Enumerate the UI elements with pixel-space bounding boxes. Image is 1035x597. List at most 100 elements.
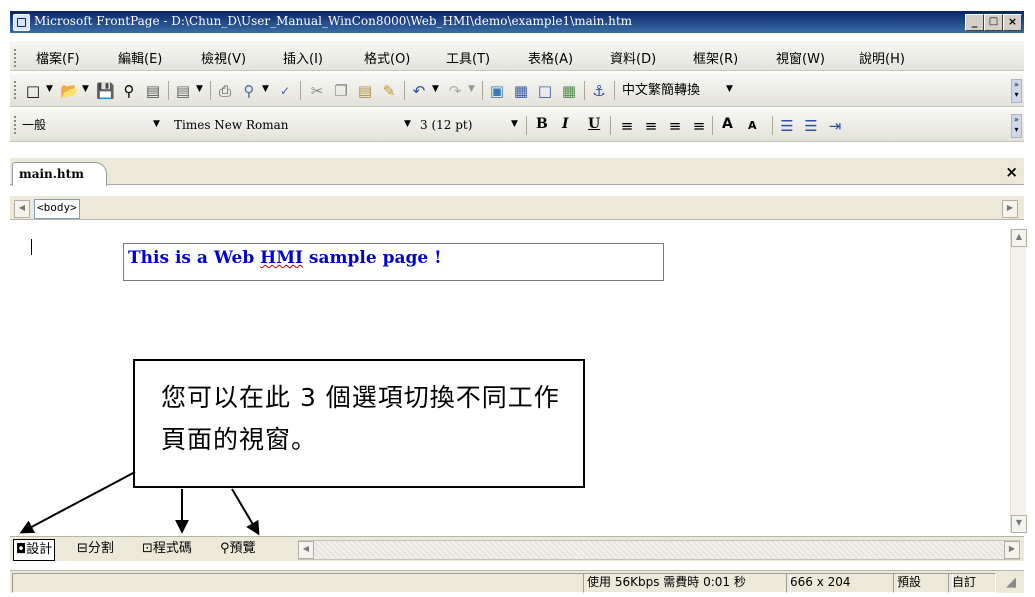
tab-code[interactable]: ⊡程式碼 — [142, 539, 192, 559]
redo-dropdown-arrow[interactable]: ▼ — [468, 84, 475, 94]
scroll-up-icon[interactable]: ▲ — [1011, 229, 1027, 247]
menu-insert[interactable]: 插入(I) — [283, 48, 323, 67]
tab-preview[interactable]: ⚲預覽 — [220, 539, 256, 559]
search-icon[interactable]: ⚲ — [120, 82, 138, 100]
numbered-list-icon[interactable]: ☰ — [778, 117, 796, 135]
hscroll-right-icon[interactable]: ▶ — [1004, 541, 1020, 559]
resize-grip-icon[interactable]: ◢ — [1006, 575, 1016, 590]
align-left-icon[interactable]: ≡ — [618, 117, 636, 135]
italic-button[interactable]: I — [562, 116, 569, 132]
menu-view[interactable]: 檢視(V) — [201, 48, 246, 67]
menu-table[interactable]: 表格(A) — [528, 48, 573, 67]
save-icon[interactable]: 💾 — [96, 82, 115, 100]
increase-font-button[interactable]: A — [722, 116, 733, 132]
open-folder-icon[interactable]: 📂 — [60, 82, 79, 100]
toggle-pane-icon[interactable]: ▤ — [174, 82, 192, 100]
title-bar[interactable]: Microsoft FrontPage - D:\Chun_D\User_Man… — [10, 11, 1024, 33]
menu-window[interactable]: 視窗(W) — [776, 48, 825, 67]
decrease-font-button[interactable]: A — [748, 119, 757, 132]
bold-button[interactable]: B — [536, 116, 548, 132]
redo-icon[interactable]: ↷ — [446, 82, 464, 100]
font-dropdown-arrow[interactable]: ▼ — [404, 119, 411, 129]
hscroll-left-icon[interactable]: ◀ — [298, 541, 314, 559]
menu-frames[interactable]: 框架(R) — [693, 48, 738, 67]
indent-icon[interactable]: ⇥ — [826, 117, 844, 135]
hyperlink-icon[interactable]: ⚓ — [590, 82, 608, 100]
toolbar-overflow-chevron[interactable]: » ▾ — [1011, 114, 1022, 138]
align-right-icon[interactable]: ≡ — [666, 117, 684, 135]
cut-icon[interactable]: ✂ — [308, 82, 326, 100]
menu-tools[interactable]: 工具(T) — [446, 48, 490, 67]
menubar-grip[interactable] — [14, 49, 19, 67]
publish-icon[interactable]: ▤ — [144, 82, 162, 100]
separator — [168, 81, 169, 100]
paste-icon[interactable]: ▤ — [356, 82, 374, 100]
maximize-button[interactable]: □ — [984, 14, 1003, 31]
copy-icon[interactable]: ❐ — [332, 82, 350, 100]
tag-scroll-left-icon[interactable]: ◀ — [14, 200, 30, 218]
underline-button[interactable]: U — [588, 116, 600, 132]
insert-layer-icon[interactable]: □ — [536, 82, 554, 100]
separator — [610, 116, 611, 135]
download-time-status[interactable]: 使用 56Kbps 需費時 0:01 秒 — [583, 573, 791, 593]
web-component-icon[interactable]: ▣ — [488, 82, 506, 100]
chinese-convert-dropdown[interactable]: ▼ — [726, 84, 733, 94]
design-view-icon: ◘ — [16, 542, 27, 557]
page-dimensions-status[interactable]: 666 x 204 — [786, 573, 898, 593]
separator — [584, 81, 585, 100]
separator — [772, 116, 773, 135]
chinese-convert-button[interactable]: 中文繁簡轉換 — [622, 81, 700, 100]
minimize-button[interactable]: _ — [965, 14, 984, 31]
separator — [526, 116, 527, 135]
menu-file[interactable]: 檔案(F) — [36, 48, 80, 67]
menu-edit[interactable]: 編輯(E) — [118, 48, 162, 67]
print-icon[interactable]: ⎙ — [216, 82, 234, 100]
menu-help[interactable]: 說明(H) — [859, 48, 905, 67]
scroll-down-icon[interactable]: ▼ — [1011, 515, 1027, 533]
open-dropdown-arrow[interactable]: ▼ — [82, 84, 89, 94]
preview-dropdown-arrow[interactable]: ▼ — [262, 84, 269, 94]
preview-icon: ⚲ — [220, 541, 230, 556]
font-select[interactable]: Times New Roman — [174, 116, 289, 135]
text-box[interactable]: This is a Web HMI sample page ! — [123, 243, 664, 281]
toolbar-grip[interactable] — [14, 116, 19, 134]
menu-format[interactable]: 格式(O) — [364, 48, 410, 67]
insert-table-icon[interactable]: ▦ — [512, 82, 530, 100]
preview-in-browser-icon[interactable]: ⚲ — [240, 82, 258, 100]
body-tag-button[interactable]: <body> — [34, 199, 80, 219]
standard-toolbar: □ ▼ 📂 ▼ 💾 ⚲ ▤ ▤ ▼ ⎙ ⚲ ▼ ✓ ✂ ❐ ▤ ✎ ↶ ▼ ↷ … — [10, 73, 1024, 107]
close-document-icon[interactable]: × — [1005, 163, 1018, 181]
bulleted-list-icon[interactable]: ☰ — [802, 117, 820, 135]
sample-heading[interactable]: This is a Web HMI sample page ! — [128, 248, 442, 268]
undo-icon[interactable]: ↶ — [410, 82, 428, 100]
font-size-dropdown-arrow[interactable]: ▼ — [511, 119, 518, 129]
justify-icon[interactable]: ≡ — [690, 117, 708, 135]
new-page-icon[interactable]: □ — [24, 82, 42, 100]
separator — [712, 116, 713, 135]
toolbar-overflow-chevron[interactable]: » ▾ — [1011, 79, 1022, 103]
style-dropdown-arrow[interactable]: ▼ — [153, 119, 160, 129]
vertical-scrollbar[interactable]: ▲ ▼ — [1010, 229, 1027, 533]
format-painter-icon[interactable]: ✎ — [380, 82, 398, 100]
misspelled-word[interactable]: HMI — [260, 248, 303, 268]
tab-design[interactable]: ◘設計 — [13, 539, 56, 561]
undo-dropdown-arrow[interactable]: ▼ — [432, 84, 439, 94]
menu-data[interactable]: 資料(D) — [610, 48, 656, 67]
style-select[interactable]: 一般 — [22, 116, 46, 135]
close-window-button[interactable]: × — [1003, 14, 1022, 31]
new-dropdown-arrow[interactable]: ▼ — [46, 84, 53, 94]
frontpage-app-icon[interactable] — [13, 14, 30, 31]
toolbar-grip[interactable] — [14, 81, 19, 99]
insert-picture-icon[interactable]: ▦ — [560, 82, 578, 100]
horizontal-scrollbar[interactable]: ◀ ▶ — [298, 540, 1020, 560]
document-tab-strip: main.htm × — [10, 158, 1024, 186]
spelling-icon[interactable]: ✓ — [276, 82, 294, 100]
align-center-icon[interactable]: ≡ — [642, 117, 660, 135]
toggle-pane-dropdown[interactable]: ▼ — [196, 84, 203, 94]
default-status[interactable]: 預設 — [893, 573, 953, 593]
font-size-select[interactable]: 3 (12 pt) — [420, 116, 472, 135]
custom-status[interactable]: 自訂 — [948, 573, 996, 593]
tag-scroll-right-icon[interactable]: ▶ — [1002, 200, 1018, 218]
tab-main-htm[interactable]: main.htm — [12, 162, 107, 186]
tab-split[interactable]: ⊟分割 — [77, 539, 114, 559]
